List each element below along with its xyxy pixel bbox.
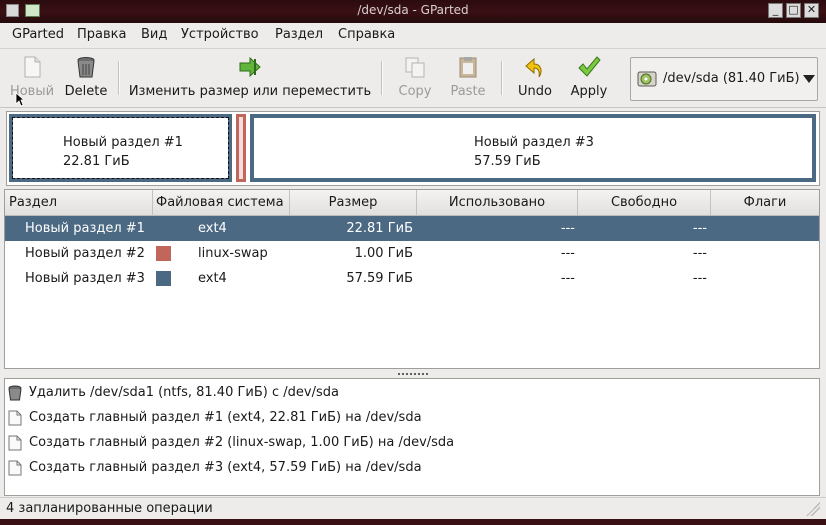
free-cell: --- [692, 246, 707, 261]
partition-name-cell: Новый раздел #1 [25, 221, 145, 236]
column-header-flags[interactable]: Флаги [711, 190, 819, 215]
new-document-icon [8, 410, 22, 426]
minimize-button[interactable]: _ [768, 3, 783, 18]
partition-block-name: Новый раздел #1 [63, 135, 183, 150]
filesystem-cell: ext4 [198, 271, 227, 286]
partition-block-size: 22.81 ГиБ [63, 154, 130, 169]
free-cell: --- [692, 271, 707, 286]
resize-move-button[interactable]: Изменить размер или переместить [126, 49, 374, 107]
table-header: Раздел Файловая система Размер Использов… [5, 190, 819, 216]
partition-block-size: 57.59 ГиБ [474, 154, 541, 169]
delete-button-label: Delete [64, 84, 108, 99]
filesystem-color-swatch [156, 221, 171, 236]
new-button[interactable]: Новый [6, 49, 58, 107]
column-header-partition[interactable]: Раздел [5, 190, 153, 215]
operations-list: Удалить /dev/sda1 (ntfs, 81.40 ГиБ) с /d… [4, 378, 820, 496]
table-row[interactable]: Новый раздел #1 ext4 22.81 ГиБ --- --- [5, 216, 819, 241]
window-title: /dev/sda - GParted [357, 3, 469, 17]
copy-button[interactable]: Copy [390, 49, 440, 107]
filesystem-cell: linux-swap [198, 246, 268, 261]
new-document-icon [24, 56, 41, 78]
column-header-size[interactable]: Размер [290, 190, 417, 215]
device-selector[interactable]: /dev/sda (81.40 ГиБ) [630, 57, 818, 101]
partition-name-cell: Новый раздел #2 [25, 246, 145, 261]
partition-block-2[interactable] [236, 114, 246, 182]
maximize-button[interactable]: □ [786, 3, 801, 18]
operation-text: Создать главный раздел #3 (ext4, 57.59 Г… [29, 460, 422, 475]
table-row[interactable]: Новый раздел #2 linux-swap 1.00 ГиБ --- … [5, 241, 819, 266]
apply-button-label: Apply [570, 84, 608, 99]
status-text: 4 запланированные операции [6, 501, 213, 516]
menu-help[interactable]: Справка [338, 27, 395, 42]
column-header-filesystem[interactable]: Файловая система [153, 190, 290, 215]
title-bar: /dev/sda - GParted _ □ ✕ [0, 0, 826, 23]
column-header-used[interactable]: Использовано [417, 190, 578, 215]
free-cell: --- [692, 221, 707, 236]
delete-button[interactable]: Delete [60, 49, 112, 107]
checkmark-icon [578, 56, 601, 77]
menu-edit[interactable]: Правка [77, 27, 126, 42]
resize-move-label: Изменить размер или переместить [128, 84, 372, 99]
apply-button[interactable]: Apply [562, 49, 616, 107]
filesystem-color-swatch [156, 271, 171, 286]
mouse-cursor-icon [15, 92, 25, 107]
column-header-free[interactable]: Свободно [578, 190, 711, 215]
filesystem-color-swatch [156, 246, 171, 261]
toolbar-separator [501, 61, 503, 95]
toolbar-separator [381, 61, 383, 95]
chevron-down-icon[interactable] [803, 75, 815, 83]
trash-icon [8, 385, 22, 401]
gparted-window: /dev/sda - GParted _ □ ✕ GParted Правка … [0, 0, 826, 525]
paste-button[interactable]: Paste [443, 49, 493, 107]
menu-partition[interactable]: Раздел [275, 27, 323, 42]
partition-block-name: Новый раздел #3 [474, 135, 594, 150]
operation-item[interactable]: Создать главный раздел #1 (ext4, 22.81 Г… [5, 406, 819, 431]
menu-gparted[interactable]: GParted [12, 27, 64, 42]
used-cell: --- [560, 271, 575, 286]
size-cell: 22.81 ГиБ [346, 221, 413, 236]
filesystem-cell: ext4 [198, 221, 227, 236]
partition-table: Раздел Файловая система Размер Использов… [4, 189, 820, 369]
menu-device[interactable]: Устройство [181, 27, 259, 42]
operation-text: Создать главный раздел #2 (linux-swap, 1… [29, 435, 455, 450]
pane-resize-handle[interactable] [397, 372, 429, 377]
resize-arrow-icon [239, 56, 261, 78]
new-document-icon [8, 460, 22, 476]
operation-text: Создать главный раздел #1 (ext4, 22.81 Г… [29, 410, 422, 425]
device-selector-label: /dev/sda (81.40 ГиБ) [663, 71, 800, 86]
close-button[interactable]: ✕ [804, 3, 819, 18]
menu-bar: GParted Правка Вид Устройство Раздел Спр… [0, 23, 826, 47]
undo-button[interactable]: Undo [510, 49, 560, 107]
menu-view[interactable]: Вид [141, 27, 167, 42]
undo-button-label: Undo [518, 84, 552, 99]
new-button-label: Новый [9, 84, 55, 99]
toolbar: Новый Delete Изменить размер или перемес… [0, 48, 826, 108]
used-cell: --- [560, 246, 575, 261]
operation-text: Удалить /dev/sda1 (ntfs, 81.40 ГиБ) с /d… [29, 385, 339, 400]
hard-disk-icon [637, 71, 657, 87]
toolbar-separator [118, 61, 120, 95]
window-bottom-border [0, 519, 826, 525]
used-cell: --- [560, 221, 575, 236]
new-document-icon [8, 435, 22, 451]
operation-item[interactable]: Создать главный раздел #2 (linux-swap, 1… [5, 431, 819, 456]
undo-icon [525, 57, 542, 78]
partition-block-1[interactable]: Новый раздел #1 22.81 ГиБ [9, 114, 232, 182]
partition-block-3[interactable]: Новый раздел #3 57.59 ГиБ [250, 114, 816, 182]
size-cell: 1.00 ГиБ [354, 246, 413, 261]
partition-name-cell: Новый раздел #3 [25, 271, 145, 286]
resize-grip-icon[interactable] [806, 502, 820, 516]
partition-map: Новый раздел #1 22.81 ГиБ Новый раздел #… [6, 111, 820, 186]
operation-item[interactable]: Создать главный раздел #3 (ext4, 57.59 Г… [5, 456, 819, 481]
trash-icon [77, 57, 95, 78]
copy-button-label: Copy [398, 84, 432, 99]
table-row[interactable]: Новый раздел #3 ext4 57.59 ГиБ --- --- [5, 266, 819, 291]
copy-icon [405, 57, 425, 78]
paste-button-label: Paste [450, 84, 486, 99]
status-bar: 4 запланированные операции [0, 497, 826, 520]
size-cell: 57.59 ГиБ [346, 271, 413, 286]
operation-item[interactable]: Удалить /dev/sda1 (ntfs, 81.40 ГиБ) с /d… [5, 381, 819, 406]
paste-icon [459, 57, 477, 78]
